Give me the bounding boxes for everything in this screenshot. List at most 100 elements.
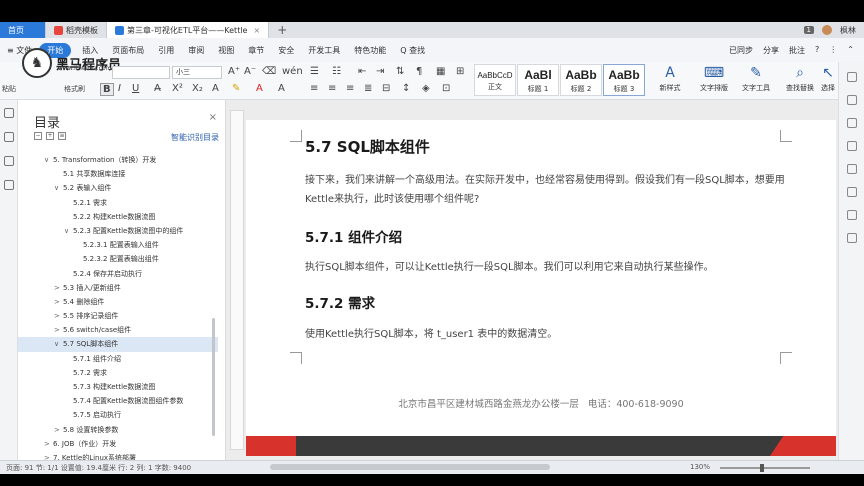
avatar[interactable] <box>822 25 832 35</box>
collapse-icon[interactable]: ⌃ <box>847 45 854 56</box>
toc-item[interactable]: 5.1 共享数据库连接 <box>18 167 218 181</box>
toc-item[interactable]: 5.7.1 组件介绍 <box>18 352 218 366</box>
style-heading-3[interactable]: AaBb 标题 3 <box>603 64 645 96</box>
toc-item[interactable]: ∨ 5.2.3 配置Kettle数据流图中的组件 <box>18 224 218 238</box>
style-heading-1[interactable]: AaBl 标题 1 <box>517 64 559 96</box>
chevron-icon[interactable]: ∨ <box>44 153 53 167</box>
find-panel-icon[interactable] <box>3 180 14 190</box>
horizontal-scrollbar[interactable] <box>270 464 550 470</box>
menu-view[interactable]: 视图 <box>211 45 241 56</box>
toc-panel-icon[interactable] <box>3 108 14 118</box>
shading-icon[interactable]: ◈ <box>422 83 430 94</box>
toc-item[interactable]: ∨ 5. Transformation（转换）开发 <box>18 153 218 167</box>
toc-item[interactable]: >5.6 switch/case组件 <box>18 323 218 337</box>
char-border-icon[interactable]: A <box>278 83 285 94</box>
grid-icon[interactable]: ⊞ <box>456 66 464 77</box>
indent-icon[interactable]: ⇥ <box>376 66 384 77</box>
backup-icon[interactable] <box>846 233 857 243</box>
comments-panel-icon[interactable] <box>3 156 14 166</box>
chevron-icon[interactable]: ∨ <box>64 224 73 238</box>
chevron-icon[interactable]: > <box>54 295 63 309</box>
image-icon[interactable] <box>846 187 857 197</box>
toc-item[interactable]: >5.3 插入/更新组件 <box>18 281 218 295</box>
highlight-icon[interactable]: ✎ <box>232 83 240 94</box>
chart-icon[interactable] <box>846 164 857 174</box>
toc-item[interactable]: 5.2.3.2 配置表输出组件 <box>18 252 218 266</box>
chevron-icon[interactable]: > <box>54 281 63 295</box>
clear-format-icon[interactable]: ⌫ <box>262 66 276 77</box>
format-painter-button[interactable]: 格式刷 <box>64 84 85 94</box>
new-tab-button[interactable]: + <box>269 22 295 38</box>
chevron-icon[interactable]: > <box>54 323 63 337</box>
tab-home[interactable]: 首页 <box>0 22 46 38</box>
menu-security[interactable]: 安全 <box>271 45 301 56</box>
bullet-list-icon[interactable]: ☰ <box>310 66 319 77</box>
toc-item[interactable]: 5.2.4 保存并启动执行 <box>18 267 218 281</box>
align-right-icon[interactable]: ≡ <box>346 83 354 94</box>
close-icon[interactable]: × <box>253 26 260 35</box>
toc-item[interactable]: >6. JOB（作业）开发 <box>18 437 218 451</box>
align-left-icon[interactable]: ≡ <box>310 83 318 94</box>
toc-item[interactable]: 5.7.3 构建Kettle数据流图 <box>18 380 218 394</box>
toc-item[interactable]: >5.5 排序记录组件 <box>18 309 218 323</box>
menu-review[interactable]: 审阅 <box>181 45 211 56</box>
paste-button[interactable]: 粘贴 <box>2 84 16 94</box>
borders-icon[interactable]: ⊡ <box>442 83 450 94</box>
superscript-icon[interactable]: X² <box>172 83 183 94</box>
bold-icon[interactable]: B <box>100 83 114 96</box>
sort-icon[interactable]: ⇅ <box>396 66 404 77</box>
chevron-icon[interactable]: ∨ <box>54 181 63 195</box>
menu-chapter[interactable]: 章节 <box>241 45 271 56</box>
zoom-slider[interactable] <box>720 467 810 469</box>
text-effect-icon[interactable]: A <box>212 83 219 94</box>
tab-document[interactable]: 第三章-可视化ETL平台——Kettle × <box>107 22 270 38</box>
toc-scrollbar[interactable] <box>212 318 215 436</box>
align-center-icon[interactable]: ≡ <box>328 83 336 94</box>
toc-item[interactable]: >5.4 删除组件 <box>18 295 218 309</box>
text-tools-button[interactable]: ✎ 文字工具 <box>736 65 776 93</box>
share-button[interactable]: 分享 <box>763 45 779 56</box>
translate-icon[interactable] <box>846 210 857 220</box>
menu-special[interactable]: 特色功能 <box>347 45 393 56</box>
user-name[interactable]: 枫林 <box>840 25 856 36</box>
font-family-select[interactable] <box>112 66 170 79</box>
menu-reference[interactable]: 引用 <box>151 45 181 56</box>
chevron-icon[interactable]: ∨ <box>54 337 63 351</box>
italic-icon[interactable]: I <box>118 83 121 94</box>
zoom-level[interactable]: 130% <box>690 463 710 471</box>
bookmark-icon[interactable] <box>3 132 14 142</box>
underline-icon[interactable]: U <box>132 83 139 94</box>
line-spacing-icon[interactable]: ↕ <box>402 83 410 94</box>
subscript-icon[interactable]: X₂ <box>192 83 203 94</box>
level-icon[interactable]: ≡ <box>58 132 66 140</box>
text-layout-button[interactable]: ⌨ 文字排版 <box>694 65 734 93</box>
comment-button[interactable]: 批注 <box>789 45 805 56</box>
tab-docer[interactable]: 稻壳模板 <box>46 22 107 38</box>
strikethrough-icon[interactable]: A̶ <box>154 83 161 94</box>
chevron-icon[interactable]: > <box>54 423 63 437</box>
font-size-select[interactable]: 小三 <box>172 66 222 79</box>
toc-item[interactable]: 5.7.2 需求 <box>18 366 218 380</box>
chevron-icon[interactable]: > <box>54 309 63 323</box>
distribute-icon[interactable]: ⊟ <box>382 83 390 94</box>
font-color-icon[interactable]: A <box>256 83 263 94</box>
toc-item[interactable]: 5.7.4 配置Kettle数据流图组件参数 <box>18 394 218 408</box>
style-normal[interactable]: AaBbCcD 正文 <box>474 64 516 96</box>
shapes-icon[interactable] <box>846 118 857 128</box>
toc-item[interactable]: 5.2.1 需求 <box>18 196 218 210</box>
style-icon[interactable] <box>846 141 857 151</box>
toc-item[interactable]: >5.8 设置转换参数 <box>18 423 218 437</box>
chevron-icon[interactable]: > <box>44 437 53 451</box>
help-icon[interactable]: ? <box>815 45 819 56</box>
table-icon[interactable]: ▦ <box>436 66 445 77</box>
style-heading-2[interactable]: AaBb 标题 2 <box>560 64 602 96</box>
notification-badge[interactable]: 1 <box>803 26 814 34</box>
collapse-all-icon[interactable]: − <box>34 132 42 140</box>
toc-item[interactable]: 5.7.5 启动执行 <box>18 408 218 422</box>
new-style-button[interactable]: A 新样式 <box>650 65 690 93</box>
grow-font-icon[interactable]: A⁺ <box>228 66 240 77</box>
numbered-list-icon[interactable]: ☷ <box>332 66 341 77</box>
phonetic-icon[interactable]: wén <box>282 66 303 77</box>
shrink-font-icon[interactable]: A⁻ <box>244 66 256 77</box>
menu-dev-tools[interactable]: 开发工具 <box>301 45 347 56</box>
